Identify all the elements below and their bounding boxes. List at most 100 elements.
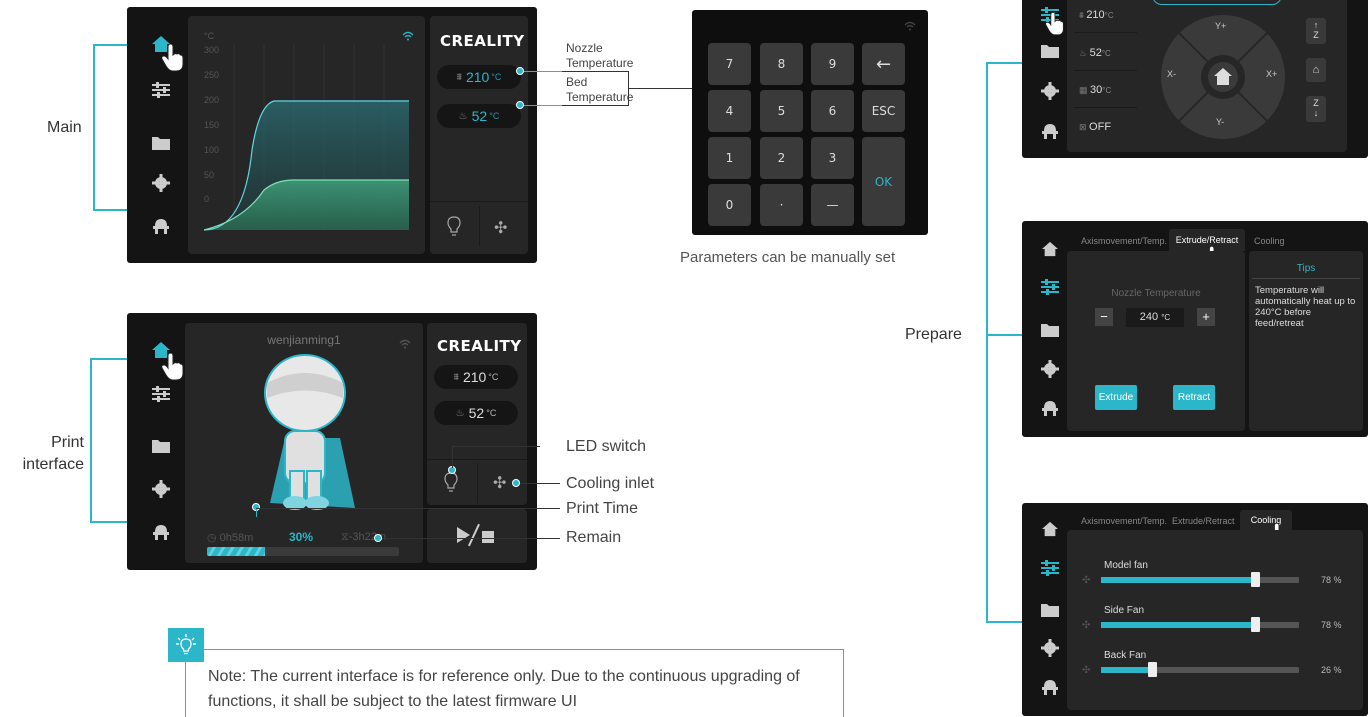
extrude-panel: Nozzle Temperature − 240 °C + Extrude Re… bbox=[1067, 251, 1245, 431]
nozzle-temp-pill[interactable]: ⩩ 210 °C bbox=[434, 365, 518, 389]
dpad-y-plus[interactable]: Y+ bbox=[1215, 21, 1226, 31]
key-6[interactable]: 6 bbox=[811, 90, 854, 132]
key-9[interactable]: 9 bbox=[811, 43, 854, 85]
led-bulb-icon[interactable] bbox=[447, 216, 461, 241]
gear-icon[interactable] bbox=[151, 479, 171, 499]
clock-icon: ◷ bbox=[207, 532, 220, 544]
gear-icon[interactable] bbox=[1040, 638, 1060, 658]
fan-percent: 78 % bbox=[1321, 575, 1342, 585]
folder-icon[interactable] bbox=[1040, 319, 1060, 339]
key-4[interactable]: 4 bbox=[708, 90, 751, 132]
fan-slider[interactable] bbox=[1101, 617, 1299, 632]
settings-sliders-icon[interactable] bbox=[151, 384, 171, 404]
play-stop-button[interactable] bbox=[427, 509, 527, 563]
fan-slider-knob[interactable] bbox=[1251, 572, 1261, 587]
nozzle-temp-pill[interactable]: ⩩ 210 °C bbox=[437, 65, 521, 89]
robot-icon[interactable] bbox=[151, 216, 171, 236]
key-5[interactable]: 5 bbox=[760, 90, 803, 132]
z-up-button[interactable]: ↑ Z bbox=[1306, 18, 1326, 44]
temp-value-field[interactable]: 240 °C bbox=[1126, 308, 1184, 327]
folder-icon[interactable] bbox=[151, 435, 171, 455]
key-minus[interactable]: — bbox=[811, 184, 854, 226]
key-8[interactable]: 8 bbox=[760, 43, 803, 85]
status-panel: CREALITY ⩩ 210 °C ♨ 52 °C ✣ bbox=[430, 16, 528, 254]
print-time-label: Print Time bbox=[566, 500, 639, 517]
tab-axis-movement[interactable]: Axismovement/Temp. bbox=[1081, 236, 1167, 246]
led-switch-label: LED switch bbox=[566, 438, 647, 455]
home-icon[interactable] bbox=[1040, 239, 1060, 259]
bed-temp-pill[interactable]: ♨ 52 °C bbox=[434, 401, 518, 425]
robot-icon[interactable] bbox=[1040, 677, 1060, 697]
main-screen: °C 300 250 200 150 100 50 0 CREALITY ⩩ 2… bbox=[127, 7, 537, 263]
key-backspace[interactable]: ← bbox=[862, 43, 905, 85]
temperature-curves bbox=[204, 44, 409, 231]
extrude-button[interactable]: Extrude bbox=[1095, 385, 1137, 410]
temp-row-bed[interactable]: ♨ 52°C bbox=[1074, 41, 1137, 71]
bed-icon: ♨ bbox=[1079, 48, 1090, 58]
key-3[interactable]: 3 bbox=[811, 137, 854, 179]
z-down-button[interactable]: Z ↓ bbox=[1306, 96, 1326, 122]
key-dot[interactable]: · bbox=[760, 184, 803, 226]
print-screen: wenjianming1 ◷ 0h58m 30% ⧖-3h22m CREALIT… bbox=[127, 313, 537, 570]
dpad-y-minus[interactable]: Y- bbox=[1216, 117, 1224, 127]
home-icon[interactable] bbox=[1040, 519, 1060, 539]
prepare-cooling-screen: Axismovement/Temp. Extrude/Retract Cooli… bbox=[1022, 503, 1368, 716]
progress-bar bbox=[207, 547, 399, 556]
fan-slider[interactable] bbox=[1101, 662, 1299, 677]
key-1[interactable]: 1 bbox=[708, 137, 751, 179]
fan-icon[interactable]: ✣ bbox=[493, 473, 506, 493]
step-selector[interactable] bbox=[1152, 0, 1282, 5]
lightbulb-tip-icon bbox=[168, 628, 204, 662]
play-icon bbox=[457, 527, 470, 543]
key-7[interactable]: 7 bbox=[708, 43, 751, 85]
fan-icon: ✣ bbox=[1082, 575, 1091, 586]
settings-sliders-icon[interactable] bbox=[1040, 277, 1060, 297]
fan-slider-knob[interactable] bbox=[1251, 617, 1261, 632]
tab-axis-movement[interactable]: Axismovement/Temp. bbox=[1081, 516, 1167, 526]
fan-slider-fill bbox=[1101, 577, 1256, 583]
bed-temp-pill[interactable]: ♨ 52 °C bbox=[437, 104, 521, 128]
fan-icon[interactable]: ✣ bbox=[494, 218, 507, 238]
fan-slider[interactable] bbox=[1101, 572, 1299, 587]
robot-icon[interactable] bbox=[1040, 398, 1060, 418]
gear-icon[interactable] bbox=[1040, 359, 1060, 379]
temp-row-chamber[interactable]: ▦ 30°C bbox=[1074, 78, 1137, 108]
model-preview-panel: wenjianming1 ◷ 0h58m 30% ⧖-3h22m bbox=[185, 323, 423, 563]
gear-icon[interactable] bbox=[151, 173, 171, 193]
tab-cooling[interactable]: Cooling bbox=[1254, 236, 1285, 246]
brand-logo: CREALITY bbox=[437, 337, 522, 355]
robot-icon[interactable] bbox=[1040, 121, 1060, 141]
key-2[interactable]: 2 bbox=[760, 137, 803, 179]
z-home-button[interactable]: ⌂ bbox=[1306, 58, 1326, 82]
settings-sliders-icon[interactable] bbox=[151, 80, 171, 100]
temp-increment-button[interactable]: + bbox=[1197, 308, 1215, 326]
fan-off-icon: ⊠ bbox=[1079, 122, 1090, 132]
folder-icon[interactable] bbox=[1040, 40, 1060, 60]
key-esc[interactable]: ESC bbox=[862, 90, 905, 132]
nozzle-icon: ⩩ bbox=[456, 71, 462, 83]
dpad-x-minus[interactable]: X- bbox=[1167, 69, 1176, 79]
robot-icon[interactable] bbox=[151, 522, 171, 542]
temp-row-fan[interactable]: ⊠ OFF bbox=[1074, 115, 1137, 145]
print-bracket bbox=[90, 358, 92, 522]
chamber-icon: ▦ bbox=[1079, 85, 1091, 95]
gear-icon[interactable] bbox=[1040, 81, 1060, 101]
folder-icon[interactable] bbox=[151, 132, 171, 152]
fan-icon: ✣ bbox=[1082, 620, 1091, 631]
fan-slider-knob[interactable] bbox=[1148, 662, 1158, 677]
nozzle-callout-dot bbox=[516, 67, 524, 75]
retract-button[interactable]: Retract bbox=[1173, 385, 1215, 410]
dpad-x-plus[interactable]: X+ bbox=[1266, 69, 1277, 79]
key-0[interactable]: 0 bbox=[708, 184, 751, 226]
tab-extrude-retract[interactable]: Extrude/Retract bbox=[1172, 516, 1235, 526]
settings-sliders-icon[interactable] bbox=[1040, 558, 1060, 578]
main-bracket bbox=[93, 44, 95, 210]
key-ok[interactable]: OK bbox=[862, 137, 905, 226]
bed-temperature-label: Bed Temperature bbox=[566, 75, 634, 104]
folder-icon[interactable] bbox=[1040, 599, 1060, 619]
fan-name: Model fan bbox=[1104, 560, 1148, 571]
tips-title: Tips bbox=[1296, 263, 1316, 274]
temp-row-nozzle[interactable]: ⩩ 210°C bbox=[1074, 3, 1137, 33]
temp-decrement-button[interactable]: − bbox=[1095, 308, 1113, 326]
led-bulb-icon[interactable] bbox=[444, 472, 458, 497]
